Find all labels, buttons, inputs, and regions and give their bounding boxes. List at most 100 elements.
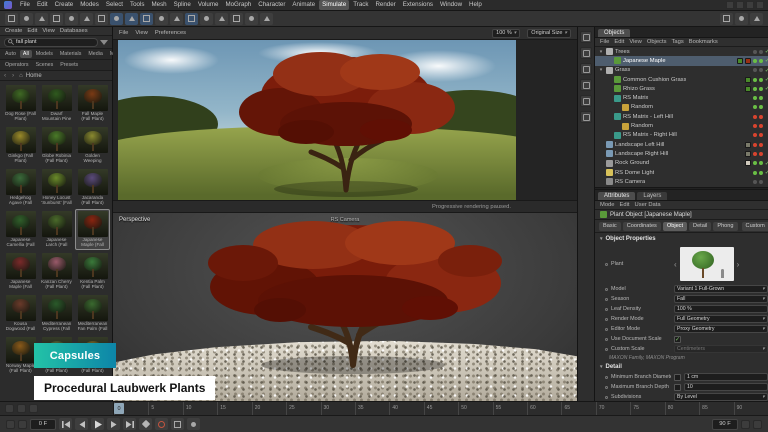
home-icon[interactable]: ⌂ xyxy=(19,73,23,79)
next-key-button[interactable] xyxy=(107,418,120,430)
rv-menu-preferences[interactable]: Preferences xyxy=(155,30,186,36)
color-mapping-icon[interactable] xyxy=(230,13,243,25)
anim-dot-icon[interactable] xyxy=(605,308,608,311)
ab-menu-create[interactable]: Create xyxy=(5,28,22,34)
attr-tab-custom[interactable]: Custom xyxy=(742,222,768,231)
render-queue-icon[interactable] xyxy=(726,1,734,9)
timeline-track-icon[interactable] xyxy=(29,404,38,413)
asset-item-dwarf-mountain-pine-fall-plant[interactable]: Dwarf Mountain Pine (Fall Plant) xyxy=(39,83,74,124)
anim-dot-icon[interactable] xyxy=(605,318,608,321)
om-menu-bookmarks[interactable]: Bookmarks xyxy=(689,39,718,45)
anim-dot-icon[interactable] xyxy=(605,288,608,291)
attr-tab-object[interactable]: Object xyxy=(663,222,687,231)
rv-menu-file[interactable]: File xyxy=(119,30,128,36)
timeline-tick[interactable]: 65 xyxy=(561,402,595,415)
menu-track[interactable]: Track xyxy=(350,0,371,10)
object-row-grass[interactable]: ▾ Grass ✓ xyxy=(595,66,768,75)
render-picture-viewer-icon[interactable] xyxy=(125,13,138,25)
keyframe-selection-icon[interactable] xyxy=(171,418,184,430)
visibility-dot[interactable] xyxy=(759,68,763,72)
object-row-trees[interactable]: ▾ Trees ✓ xyxy=(595,47,768,56)
perspective-viewport[interactable]: Perspective RS Camera xyxy=(113,213,577,401)
rv-menu-view[interactable]: View xyxy=(135,30,147,36)
timeline-tick[interactable]: 90 xyxy=(734,402,768,415)
visibility-dot[interactable] xyxy=(759,115,763,119)
filter-tab-materials[interactable]: Materials xyxy=(57,50,85,58)
visibility-dot[interactable] xyxy=(759,133,763,137)
anim-dot-icon[interactable] xyxy=(605,328,608,331)
asset-item-jacaranda-fall-plant[interactable]: Jacaranda (Fall Plant) xyxy=(75,167,110,208)
anim-dot-icon[interactable] xyxy=(605,263,608,266)
layer-palette-icon[interactable] xyxy=(6,420,15,429)
timeline-marker-icon[interactable] xyxy=(5,404,14,413)
menu-mograph[interactable]: MoGraph xyxy=(222,0,254,10)
end-frame-field[interactable]: 90 F xyxy=(712,419,738,430)
attr-tab-basic[interactable]: Basic xyxy=(599,222,621,231)
render-toggle-icon[interactable] xyxy=(741,420,750,429)
field-maximum-branch-depth[interactable]: 10 xyxy=(684,383,768,391)
field-minimum-branch-diameter-checkbox[interactable] xyxy=(674,374,681,381)
timeline-tick[interactable]: 20 xyxy=(252,402,286,415)
visibility-dot[interactable] xyxy=(753,171,757,175)
asset-item-honey-locust-sunburst-fall-plant[interactable]: Honey Locust 'Sunburst' (Fall Plant) xyxy=(39,167,74,208)
visibility-dot[interactable] xyxy=(753,180,757,184)
layout-icon[interactable] xyxy=(720,13,733,25)
visibility-dot[interactable] xyxy=(753,133,757,137)
material-chip[interactable] xyxy=(745,77,751,83)
menu-edit[interactable]: Edit xyxy=(34,0,51,10)
asset-item-globe-robinia-fall-plant[interactable]: Globe Robinia (Fall Plant) xyxy=(39,125,74,166)
asset-item-japanese-larch-fall-plant[interactable]: Japanese Larch (Fall Plant) xyxy=(39,209,74,250)
visibility-dot[interactable] xyxy=(753,87,757,91)
menu-file[interactable]: File xyxy=(17,0,33,10)
timeline-tick[interactable]: 80 xyxy=(665,402,699,415)
object-row-random[interactable]: Random xyxy=(595,103,768,112)
visibility-dot[interactable] xyxy=(759,143,763,147)
filter-icon[interactable] xyxy=(245,13,258,25)
workspace-icon[interactable] xyxy=(750,13,763,25)
om-menu-view[interactable]: View xyxy=(629,39,641,45)
expand-icon[interactable]: ▾ xyxy=(598,49,604,55)
compare-ab-icon[interactable] xyxy=(215,13,228,25)
object-row-landscape-left-hill[interactable]: Landscape Left Hill xyxy=(595,140,768,149)
field-season[interactable]: Fall▾ xyxy=(674,295,768,303)
nav-arrows-icon[interactable]: ‹ › xyxy=(4,72,16,79)
menu-create[interactable]: Create xyxy=(52,0,77,10)
om-menu-objects[interactable]: Objects xyxy=(647,39,667,45)
tab-layers[interactable]: Layers xyxy=(637,192,667,200)
copy-image-icon[interactable] xyxy=(170,13,183,25)
move-icon[interactable] xyxy=(50,13,63,25)
search-input[interactable]: fall plant xyxy=(4,38,98,47)
object-row-rs-matrix[interactable]: RS Matrix xyxy=(595,93,768,102)
menu-animate[interactable]: Animate xyxy=(289,0,318,10)
menu-render[interactable]: Render xyxy=(372,0,398,10)
menu-select[interactable]: Select xyxy=(103,0,126,10)
visibility-dot[interactable] xyxy=(759,180,763,184)
visibility-dot[interactable] xyxy=(753,161,757,165)
visibility-dot[interactable] xyxy=(753,59,757,63)
object-row-rhizo-grass[interactable]: Rhizo Grass ✓ xyxy=(595,84,768,93)
asset-item-japanese-camellia-fall-plant[interactable]: Japanese Camellia (Fall Plant) xyxy=(3,209,38,250)
plant-preview[interactable] xyxy=(680,247,734,281)
field-use-document-scale[interactable]: ✓ xyxy=(674,336,681,343)
object-row-japanese-maple[interactable]: Japanese Maple ✓ xyxy=(595,56,768,65)
visibility-dot[interactable] xyxy=(759,96,763,100)
start-frame-field[interactable]: 0 F xyxy=(30,419,56,430)
visibility-dot[interactable] xyxy=(753,96,757,100)
tab-objects[interactable]: Objects xyxy=(598,29,630,37)
tab-attributes[interactable]: Attributes xyxy=(598,192,635,200)
previous-key-button[interactable] xyxy=(75,418,88,430)
playhead[interactable]: 0 xyxy=(114,403,124,414)
om-menu-tags[interactable]: Tags xyxy=(671,39,683,45)
field-minimum-branch-diameter[interactable]: 1 cm xyxy=(684,373,768,381)
rotate-icon[interactable] xyxy=(80,13,93,25)
last-used-tool-icon[interactable] xyxy=(95,13,108,25)
timeline-tick[interactable]: 45 xyxy=(424,402,458,415)
object-row-rs-matrix-left-hill[interactable]: RS Matrix - Left Hill xyxy=(595,112,768,121)
timeline-panel-icon[interactable] xyxy=(580,95,592,107)
timeline-tick[interactable]: 25 xyxy=(286,402,320,415)
coordinate-manager-icon[interactable] xyxy=(580,63,592,75)
render-view-icon[interactable] xyxy=(110,13,123,25)
layout-standard-icon[interactable] xyxy=(736,1,744,9)
attr-tab-detail[interactable]: Detail xyxy=(689,222,711,231)
menu-help[interactable]: Help xyxy=(466,0,485,10)
